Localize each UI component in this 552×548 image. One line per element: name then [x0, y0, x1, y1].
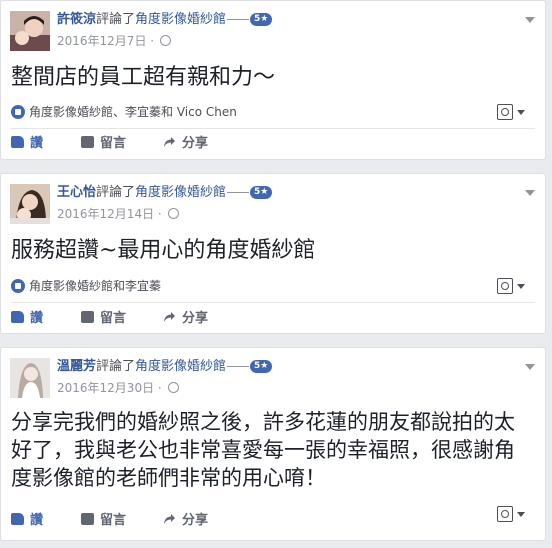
- like-label: 讚: [30, 311, 44, 326]
- likes-summary[interactable]: 角度影像婚紗館和李宜蓁: [11, 276, 535, 296]
- like-button[interactable]: 讚: [11, 132, 43, 156]
- rating-connector: [227, 19, 250, 20]
- divider: [11, 302, 535, 303]
- share-button[interactable]: 分享: [163, 132, 208, 156]
- rating-badge: 5★: [250, 360, 273, 373]
- review-meta: 2016年12月7日 ·: [57, 33, 171, 49]
- review-meta: 2016年12月14日 ·: [57, 206, 179, 222]
- review-card: 溫麗芳評論了角度影像婚紗館 5★ 2016年12月30日 · 分享完我們的婚紗照之…: [0, 347, 546, 541]
- thumbs-up-icon: [11, 513, 24, 525]
- globe-icon: [167, 382, 179, 393]
- review-verb: 評論了: [96, 359, 136, 374]
- comment-label: 留言: [100, 311, 127, 326]
- like-reaction-icon: [11, 105, 25, 119]
- share-button[interactable]: 分享: [163, 509, 208, 533]
- rating-badge: 5★: [250, 13, 273, 26]
- comment-icon: [81, 513, 94, 525]
- thumbs-up-icon: [11, 311, 24, 323]
- comment-label: 留言: [100, 513, 127, 528]
- share-icon: [163, 136, 176, 148]
- share-label: 分享: [182, 311, 209, 326]
- action-bar: 讚 留言 分享: [11, 307, 535, 331]
- page-switcher[interactable]: [497, 276, 531, 296]
- action-bar: 讚 留言 分享: [11, 509, 535, 533]
- review-text: 分享完我們的婚紗照之後，許多花蓮的朋友都說拍的太好了，我與老公也非常喜愛每一張的…: [11, 410, 515, 490]
- review-header: 許筱涼評論了角度影像婚紗館 5★: [57, 10, 273, 30]
- globe-icon: [167, 208, 179, 219]
- review-header: 王心怡評論了角度影像婚紗館 5★: [57, 183, 273, 203]
- author-name[interactable]: 許筱涼: [57, 12, 96, 27]
- review-text: 服務超讚~最用心的角度婚紗館: [11, 238, 316, 263]
- like-label: 讚: [30, 513, 44, 528]
- review-header: 溫麗芳評論了角度影像婚紗館 5★: [57, 357, 273, 377]
- share-icon: [163, 513, 176, 525]
- page-link[interactable]: 角度影像婚紗館: [135, 185, 226, 200]
- review-verb: 評論了: [96, 12, 136, 27]
- review-card: 王心怡評論了角度影像婚紗館 5★ 2016年12月14日 · 服務超讚~最用心的角…: [0, 173, 546, 334]
- caret-down-icon: [517, 284, 525, 289]
- share-label: 分享: [182, 513, 209, 528]
- action-bar: 讚 留言 分享: [11, 132, 535, 156]
- like-label: 讚: [30, 136, 44, 151]
- comment-icon: [81, 311, 94, 323]
- review-meta: 2016年12月30日 ·: [57, 380, 179, 396]
- likes-names[interactable]: 角度影像婚紗館和李宜蓁: [29, 279, 161, 293]
- likes-summary[interactable]: 角度影像婚紗館、李宜蓁和 Vico Chen: [11, 102, 535, 122]
- comment-button[interactable]: 留言: [81, 132, 126, 156]
- share-icon: [163, 311, 176, 323]
- rating-badge: 5★: [250, 186, 273, 199]
- comment-label: 留言: [100, 136, 127, 151]
- chevron-down-icon[interactable]: [525, 364, 535, 370]
- avatar[interactable]: [10, 11, 50, 51]
- comment-icon: [81, 136, 94, 148]
- review-card: 許筱涼評論了角度影像婚紗館 5★ 2016年12月7日 · 整間店的員工超有親和力…: [0, 0, 546, 160]
- divider: [11, 128, 535, 129]
- likes-names[interactable]: 角度影像婚紗館、李宜蓁和 Vico Chen: [29, 105, 237, 119]
- page-switcher-icon: [497, 278, 513, 294]
- avatar[interactable]: [10, 184, 50, 224]
- rating-connector: [227, 366, 250, 367]
- author-name[interactable]: 王心怡: [57, 185, 96, 200]
- review-date[interactable]: 2016年12月14日: [57, 207, 154, 221]
- chevron-down-icon[interactable]: [525, 190, 535, 196]
- like-reaction-icon: [11, 279, 25, 293]
- review-date[interactable]: 2016年12月7日: [57, 34, 146, 48]
- review-text: 整間店的員工超有親和力～: [11, 65, 276, 90]
- avatar[interactable]: [10, 358, 50, 398]
- comment-button[interactable]: 留言: [81, 509, 126, 533]
- review-date[interactable]: 2016年12月30日: [57, 381, 154, 395]
- page-switcher[interactable]: [497, 102, 531, 122]
- share-button[interactable]: 分享: [163, 307, 208, 331]
- like-button[interactable]: 讚: [11, 509, 43, 533]
- comment-button[interactable]: 留言: [81, 307, 126, 331]
- globe-icon: [159, 35, 171, 46]
- share-label: 分享: [182, 136, 209, 151]
- page-link[interactable]: 角度影像婚紗館: [135, 359, 226, 374]
- review-verb: 評論了: [96, 185, 136, 200]
- rating-connector: [227, 192, 250, 193]
- like-button[interactable]: 讚: [11, 307, 43, 331]
- chevron-down-icon[interactable]: [525, 17, 535, 23]
- page-link[interactable]: 角度影像婚紗館: [135, 12, 226, 27]
- thumbs-up-icon: [11, 136, 24, 148]
- page-switcher-icon: [497, 104, 513, 120]
- author-name[interactable]: 溫麗芳: [57, 359, 96, 374]
- caret-down-icon: [517, 110, 525, 115]
